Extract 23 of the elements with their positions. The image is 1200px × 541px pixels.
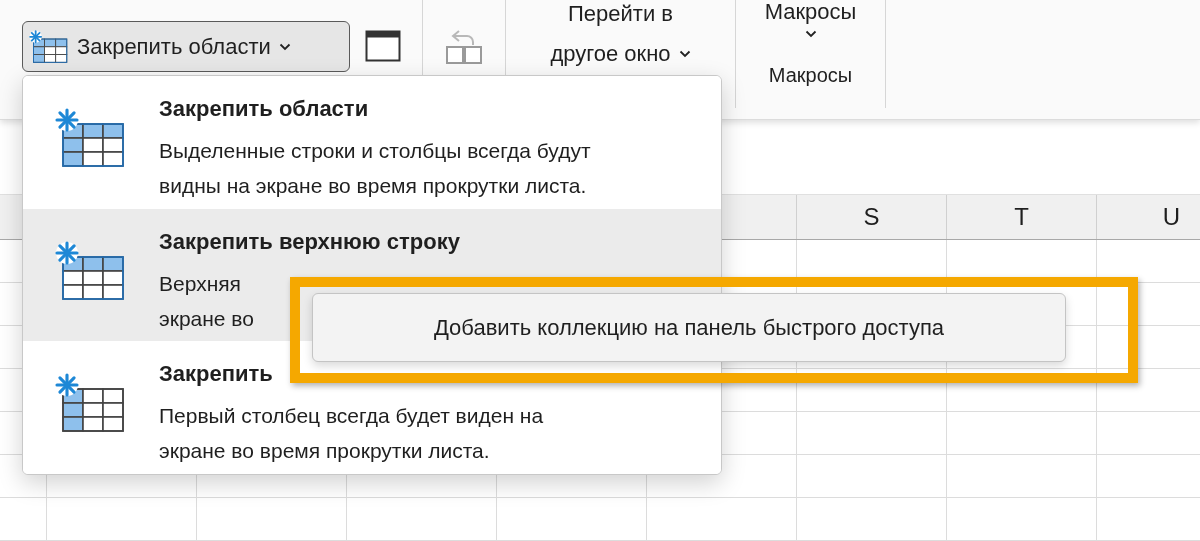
menu-item-description: Верхняя экране во	[159, 270, 254, 332]
freeze-table-icon	[55, 106, 127, 168]
macros-button[interactable]: Макросы	[764, 0, 857, 38]
column-header[interactable]: S	[863, 199, 880, 235]
switch-windows-icon[interactable]	[445, 27, 483, 65]
column-header[interactable]: T	[1014, 199, 1029, 235]
menu-item-description: Первый столбец всегда будет виден на экране во время прокрутки листа.	[159, 403, 544, 465]
switch-windows-button[interactable]: Перейти в другое окно	[506, 0, 735, 74]
menu-item[interactable]: Закрепить области Выделенные строки и столбцы всегда будут видны на экране во время прокрутки листа.	[23, 76, 721, 209]
chevron-down-icon	[804, 30, 817, 38]
group-label: Макросы	[768, 63, 853, 88]
freeze-panes-button[interactable]: Закрепить области	[22, 21, 350, 72]
quick-access-context-menu[interactable]: Добавить коллекцию на панель быстрого доступа	[312, 293, 1066, 362]
window-icon[interactable]	[365, 30, 401, 62]
menu-item-title: Закрепить области	[159, 95, 370, 123]
chevron-down-icon	[678, 50, 691, 58]
menu-item-title: Закрепить верхнюю строку	[159, 227, 460, 256]
menu-item-title: Закрепить	[159, 360, 274, 389]
chevron-down-icon	[278, 42, 291, 51]
menu-item-description: Выделенные строки и столбцы всегда будут видны на экране во время прокрутки листа.	[159, 138, 591, 199]
column-header[interactable]: U	[1162, 199, 1181, 235]
freeze-panes-icon	[29, 29, 69, 64]
freeze-table-icon	[55, 371, 127, 434]
